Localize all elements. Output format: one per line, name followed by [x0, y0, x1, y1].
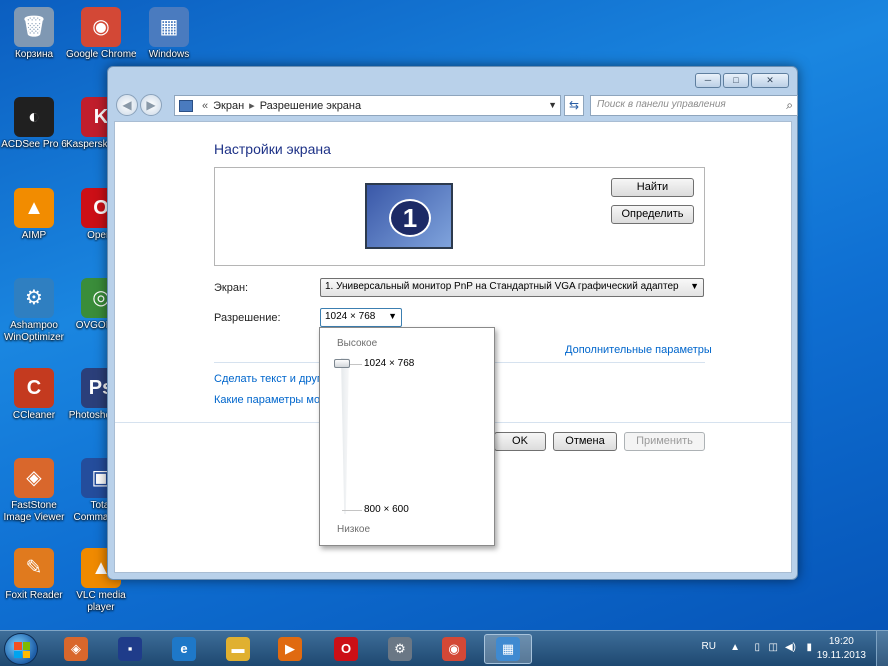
desktop-icon-faststone[interactable]: ◈ FastStone Image Viewer: [0, 458, 69, 524]
breadcrumb-chevron-icon: «: [202, 99, 209, 112]
high-label: Высокое: [337, 338, 378, 349]
address-bar[interactable]: « Экран ▸ Разрешение экрана ▼: [174, 95, 561, 116]
taskbar-opera[interactable]: O: [322, 634, 370, 664]
resolution-option-1024x768[interactable]: 1024 × 768: [364, 358, 414, 369]
monitor-icon[interactable]: 1: [365, 183, 453, 249]
resolution-select[interactable]: 1024 × 768 ▼: [320, 308, 402, 327]
folder-icon: ▬: [226, 637, 250, 661]
desktop-icon-ccleaner[interactable]: C CCleaner: [0, 368, 69, 422]
taskbar-settings[interactable]: ⚙: [376, 634, 424, 664]
clock[interactable]: 19:20 19.11.2013: [817, 635, 866, 663]
cancel-button[interactable]: Отмена: [553, 432, 617, 451]
windows-logo-icon: [14, 642, 30, 658]
resolution-slider-track[interactable]: [341, 358, 349, 514]
battery-icon[interactable]: ▯: [754, 642, 760, 653]
display-select[interactable]: 1. Универсальный монитор PnP на Стандарт…: [320, 278, 704, 297]
desktop-icon-acdsee[interactable]: ◐ ACDSee Pro 6: [0, 97, 69, 151]
apply-button[interactable]: Применить: [624, 432, 705, 451]
taskbar-explorer[interactable]: ▬: [214, 634, 262, 664]
desktop-icon-recycle-bin[interactable]: 🗑 Корзина: [0, 7, 69, 61]
monitor-preview-area: 1 Найти Определить: [214, 167, 705, 266]
chrome-icon: ◉: [442, 637, 466, 661]
resolution-label: Разрешение:: [214, 312, 281, 324]
show-hidden-icons-icon[interactable]: ▲: [730, 642, 740, 653]
low-label: Низкое: [337, 524, 371, 535]
breadcrumb-current[interactable]: Разрешение экрана: [260, 100, 361, 112]
floppy-icon: ▪: [118, 637, 142, 661]
maximize-button[interactable]: □: [723, 73, 749, 88]
chrome-icon: ◉: [81, 7, 121, 47]
taskbar-ie[interactable]: e: [160, 634, 208, 664]
display-label: Экран:: [214, 282, 249, 294]
breadcrumb-separator-icon: ▸: [249, 100, 255, 112]
text-size-link[interactable]: Сделать текст и другие: [214, 373, 333, 385]
volume-icon[interactable]: ◀): [785, 642, 796, 653]
breadcrumb-root[interactable]: Экран: [213, 100, 244, 112]
ashampoo-icon: ⚙: [14, 278, 54, 318]
desktop-icon-aimp[interactable]: ▲ AIMP: [0, 188, 69, 242]
taskbar-control-panel[interactable]: ▦: [484, 634, 532, 664]
taskbar-chrome[interactable]: ◉: [430, 634, 478, 664]
chevron-down-icon: ▼: [690, 281, 699, 291]
monitor-number: 1: [389, 199, 431, 237]
opera-icon: O: [334, 637, 358, 661]
identify-button[interactable]: Определить: [611, 205, 694, 224]
network-icon[interactable]: ◫: [769, 642, 778, 653]
taskbar-save[interactable]: ▪: [106, 634, 154, 664]
chevron-down-icon: ▼: [388, 311, 397, 321]
aimp-icon: ▲: [14, 188, 54, 228]
close-button[interactable]: ✕: [751, 73, 789, 88]
language-indicator[interactable]: RU: [702, 641, 716, 652]
forward-button[interactable]: ▶: [140, 94, 162, 116]
window-controls: ─ □ ✕: [695, 73, 789, 88]
advanced-settings-link[interactable]: Дополнительные параметры: [565, 344, 712, 356]
ccleaner-icon: C: [14, 368, 54, 408]
desktop-icon-windows[interactable]: ▦ Windows: [134, 7, 204, 61]
display-value: 1. Универсальный монитор PnP на Стандарт…: [325, 281, 679, 292]
back-button[interactable]: ◀: [116, 94, 138, 116]
windows-folder-icon: ▦: [149, 7, 189, 47]
faststone-icon: ◈: [14, 458, 54, 498]
refresh-icon: ⇆: [568, 98, 580, 112]
internet-explorer-icon: e: [172, 637, 196, 661]
back-arrow-icon: ◀: [122, 98, 132, 112]
page-title: Настройки экрана: [214, 141, 331, 157]
address-row: ◀ ▶ « Экран ▸ Разрешение экрана ▼ ⇆ Поис…: [114, 94, 798, 118]
which-params-link[interactable]: Какие параметры мон: [214, 394, 326, 406]
search-icon[interactable]: ⌕: [786, 98, 793, 113]
faststone-icon: ◈: [64, 637, 88, 661]
resolution-value: 1024 × 768: [325, 311, 376, 322]
resolution-option-800x600[interactable]: 800 × 600: [364, 504, 409, 515]
forward-arrow-icon: ▶: [146, 98, 156, 112]
desktop-icon-chrome[interactable]: ◉ Google Chrome: [66, 7, 136, 61]
ok-button[interactable]: OK: [494, 432, 546, 451]
foxit-icon: ✎: [14, 548, 54, 588]
signal-icon[interactable]: ▮: [806, 642, 812, 653]
clock-time: 19:20: [828, 636, 854, 647]
find-button[interactable]: Найти: [611, 178, 694, 197]
control-panel-icon: [179, 99, 193, 112]
control-panel-icon: ▦: [496, 637, 520, 661]
slider-tick-bottom: [342, 510, 362, 511]
system-tray: RU ▲ ▯ ◫ ◀) ▮ 19:20 19.11.2013: [688, 631, 888, 666]
taskbar-media-player[interactable]: ▶: [266, 634, 314, 664]
recycle-bin-icon: 🗑: [14, 7, 54, 47]
start-button[interactable]: [4, 633, 38, 665]
gear-icon: ⚙: [388, 637, 412, 661]
address-dropdown-icon[interactable]: ▼: [548, 100, 557, 110]
search-input[interactable]: Поиск в панели управления ⌕: [590, 95, 798, 116]
refresh-button[interactable]: ⇆: [564, 95, 584, 116]
taskbar: ◈ ▪ e ▬ ▶ O ⚙ ◉ ▦ RU ▲ ▯ ◫ ◀) ▮ 19:20 19…: [0, 630, 888, 666]
desktop-icon-foxit[interactable]: ✎ Foxit Reader: [0, 548, 69, 602]
minimize-button[interactable]: ─: [695, 73, 721, 88]
show-desktop-button[interactable]: [876, 631, 888, 666]
search-placeholder: Поиск в панели управления: [597, 99, 726, 110]
taskbar-faststone[interactable]: ◈: [52, 634, 100, 664]
resolution-dropdown: Высокое 1024 × 768 800 × 600 Низкое: [319, 327, 495, 546]
media-player-icon: ▶: [278, 637, 302, 661]
acdsee-icon: ◐: [14, 97, 54, 137]
desktop-icon-ashampoo[interactable]: ⚙ Ashampoo WinOptimizer: [0, 278, 69, 344]
clock-date: 19.11.2013: [816, 650, 866, 661]
resolution-slider-thumb[interactable]: [334, 359, 350, 368]
